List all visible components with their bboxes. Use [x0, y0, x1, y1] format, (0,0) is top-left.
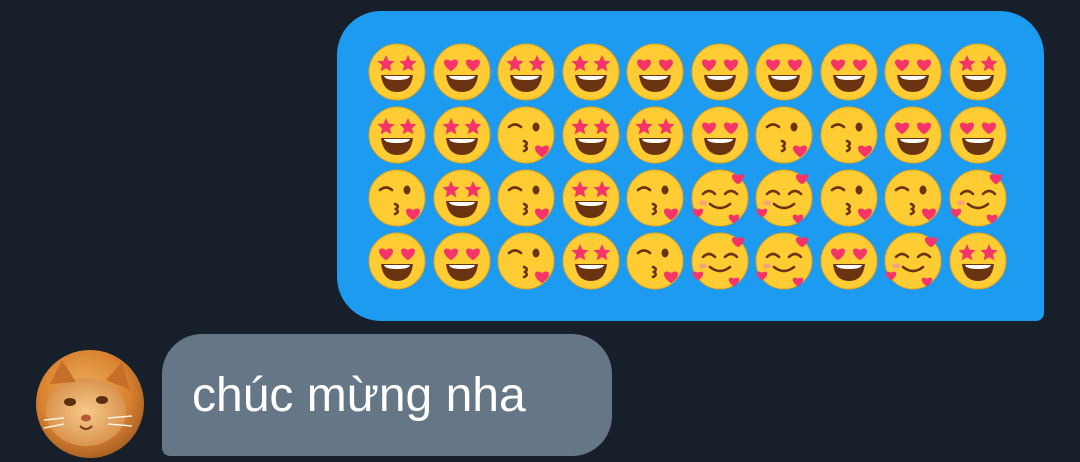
- star-struck-emoji-icon: [561, 42, 621, 102]
- star-struck-emoji-icon: [561, 231, 621, 291]
- star-struck-emoji-icon: [496, 42, 556, 102]
- kissing-heart-emoji-icon: [496, 105, 556, 165]
- kissing-heart-emoji-icon: [496, 231, 556, 291]
- heart-eyes-emoji-icon: [883, 105, 943, 165]
- kissing-heart-emoji-icon: [819, 105, 879, 165]
- smiling-hearts-emoji-icon: [948, 168, 1008, 228]
- star-struck-emoji-icon: [625, 105, 685, 165]
- incoming-message-text: chúc mừng nha: [192, 369, 526, 422]
- kissing-heart-emoji-icon: [819, 168, 879, 228]
- heart-eyes-emoji-icon: [625, 42, 685, 102]
- star-struck-emoji-icon: [367, 42, 427, 102]
- smiling-hearts-emoji-icon: [754, 231, 814, 291]
- heart-eyes-emoji-icon: [754, 42, 814, 102]
- heart-eyes-emoji-icon: [432, 231, 492, 291]
- smiling-hearts-emoji-icon: [754, 168, 814, 228]
- heart-eyes-emoji-icon: [819, 42, 879, 102]
- emoji-grid: [367, 42, 1012, 294]
- kissing-heart-emoji-icon: [625, 168, 685, 228]
- star-struck-emoji-icon: [561, 168, 621, 228]
- kissing-heart-emoji-icon: [754, 105, 814, 165]
- star-struck-emoji-icon: [948, 42, 1008, 102]
- kissing-heart-emoji-icon: [367, 168, 427, 228]
- chat-conversation: chúc mừng nha: [0, 0, 1080, 462]
- star-struck-emoji-icon: [561, 105, 621, 165]
- cat-avatar-icon: [36, 350, 144, 458]
- kissing-heart-emoji-icon: [625, 231, 685, 291]
- kissing-heart-emoji-icon: [883, 168, 943, 228]
- heart-eyes-emoji-icon: [432, 42, 492, 102]
- star-struck-emoji-icon: [367, 105, 427, 165]
- sender-avatar[interactable]: [36, 350, 144, 458]
- smiling-hearts-emoji-icon: [883, 231, 943, 291]
- heart-eyes-emoji-icon: [883, 42, 943, 102]
- star-struck-emoji-icon: [432, 168, 492, 228]
- heart-eyes-emoji-icon: [690, 105, 750, 165]
- heart-eyes-emoji-icon: [690, 42, 750, 102]
- star-struck-emoji-icon: [948, 231, 1008, 291]
- heart-eyes-emoji-icon: [948, 105, 1008, 165]
- heart-eyes-emoji-icon: [367, 231, 427, 291]
- heart-eyes-emoji-icon: [819, 231, 879, 291]
- smiling-hearts-emoji-icon: [690, 168, 750, 228]
- star-struck-emoji-icon: [432, 105, 492, 165]
- kissing-heart-emoji-icon: [496, 168, 556, 228]
- smiling-hearts-emoji-icon: [690, 231, 750, 291]
